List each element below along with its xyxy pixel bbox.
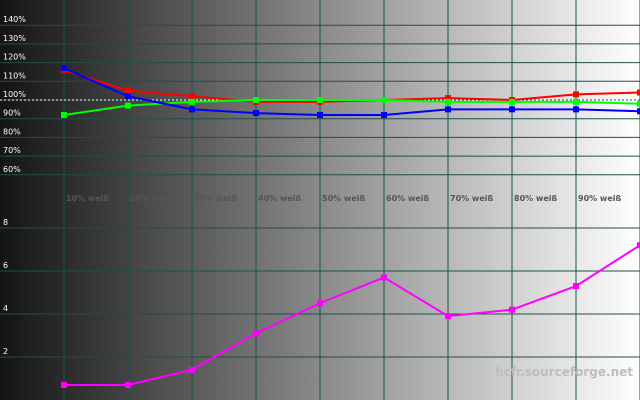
- blue-series-point: [317, 111, 323, 118]
- green-series-point: [253, 97, 259, 103]
- magenta-series-point: [445, 313, 451, 320]
- y-tick-label: 140%: [3, 15, 26, 24]
- blue-series-point: [189, 106, 195, 113]
- magenta-series-point: [61, 381, 67, 388]
- x-category-label: 30% weiß: [194, 194, 237, 203]
- y-tick-label: 60%: [3, 165, 21, 174]
- green-series-point: [125, 102, 131, 109]
- green-series-point: [509, 98, 515, 105]
- blue-series-point: [381, 111, 387, 118]
- calibration-chart: 140% 130% 120% 110% 100% 90% 80% 70% 60% 8 6 4 2 10%…: [0, 0, 640, 400]
- x-category-label: 60% weiß: [386, 194, 429, 203]
- magenta-series-point: [189, 366, 195, 373]
- x-category-label: 90% weiß: [578, 194, 621, 203]
- x-category-label: 50% weiß: [322, 194, 365, 203]
- x-axis-labels: 10% weiß 20% weiß 30% weiß 40% weiß 50% weiß…: [66, 194, 621, 203]
- y-tick-label: 100%: [3, 90, 26, 99]
- blue-series-point: [445, 106, 451, 113]
- blue-series-point: [61, 65, 67, 72]
- blue-series-point: [125, 93, 131, 100]
- magenta-series-point: [381, 274, 387, 281]
- y-tick-label: 2: [3, 347, 8, 356]
- y-tick-label: 110%: [3, 71, 26, 80]
- green-series-point: [61, 111, 67, 118]
- red-series-point: [189, 93, 195, 100]
- green-series-point: [189, 98, 195, 105]
- red-series-point: [573, 91, 579, 98]
- x-category-label: 20% weiß: [130, 194, 173, 203]
- watermark-text: hcfr.sourceforge.net: [495, 365, 633, 379]
- green-series-point: [381, 97, 387, 103]
- y-tick-label: 130%: [3, 34, 26, 43]
- blue-series-point: [253, 110, 259, 117]
- x-category-label: 80% weiß: [514, 194, 557, 203]
- y-tick-label: 8: [3, 218, 8, 227]
- magenta-series-point: [509, 306, 515, 313]
- x-category-label: 10% weiß: [66, 194, 109, 203]
- y-tick-label: 90%: [3, 109, 21, 118]
- y-tick-label: 4: [3, 304, 8, 313]
- y-tick-label: 6: [3, 261, 8, 270]
- green-series-point: [317, 97, 323, 103]
- magenta-series-point: [125, 381, 131, 388]
- x-category-label: 70% weiß: [450, 194, 493, 203]
- y-tick-label: 80%: [3, 127, 21, 136]
- green-series-point: [445, 98, 451, 105]
- red-series-point: [125, 87, 131, 94]
- blue-series-point: [573, 106, 579, 113]
- magenta-series-point: [573, 283, 579, 290]
- blue-series-point: [509, 106, 515, 113]
- x-category-label: 40% weiß: [258, 194, 301, 203]
- magenta-series-point: [253, 330, 259, 337]
- y-tick-label: 70%: [3, 146, 21, 155]
- y-tick-label: 120%: [3, 53, 26, 62]
- magenta-series-point: [317, 300, 323, 307]
- green-series-point: [573, 98, 579, 105]
